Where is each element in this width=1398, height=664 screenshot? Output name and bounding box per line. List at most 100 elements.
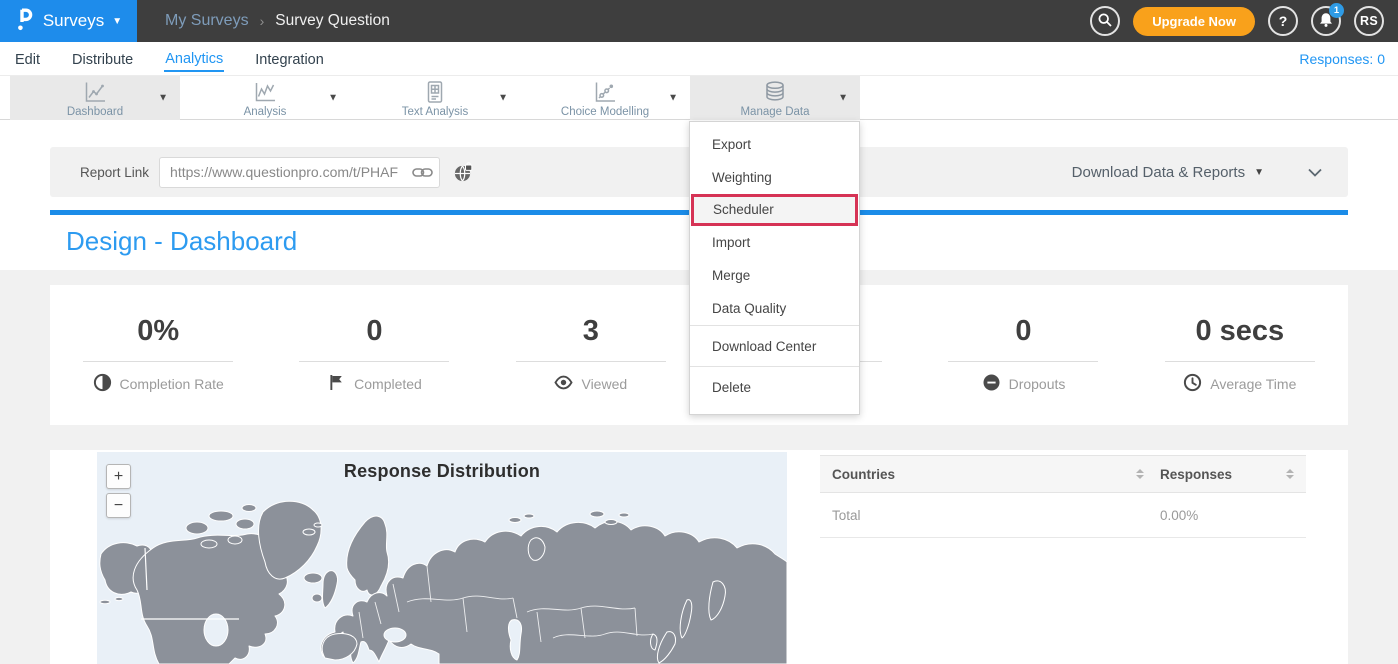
stat-label: Dropouts — [1009, 376, 1066, 392]
product-label: Surveys — [43, 11, 104, 31]
total-label: Total — [820, 508, 1160, 523]
chevron-down-icon: ▼ — [112, 16, 122, 27]
tab-label: Dashboard — [67, 106, 123, 118]
download-data-reports-dropdown[interactable]: Download Data & Reports ▼ — [1072, 164, 1264, 181]
menu-item-delete[interactable]: Delete — [690, 366, 859, 407]
avatar[interactable]: RS — [1354, 6, 1384, 36]
minus-circle-icon — [982, 373, 1001, 395]
stat-label: Viewed — [581, 376, 627, 392]
stat-label: Completed — [354, 376, 422, 392]
clock-icon — [1183, 373, 1202, 395]
nav-item-analytics[interactable]: Analytics — [164, 46, 224, 72]
section-nav: Edit Distribute Analytics Integration Re… — [0, 42, 1398, 76]
nav-item-edit[interactable]: Edit — [14, 47, 41, 71]
chevron-down-icon[interactable]: ▼ — [668, 93, 678, 104]
line-chart-icon — [82, 79, 108, 105]
stat-completion-rate: 0% Completion Rate — [50, 315, 266, 425]
tab-dashboard[interactable]: Dashboard ▼ — [10, 76, 180, 120]
sort-icon — [1286, 469, 1294, 479]
tab-analysis[interactable]: Analysis ▼ — [180, 76, 350, 120]
map-zoom-out-button[interactable]: − — [106, 493, 131, 518]
menu-item-download-center[interactable]: Download Center — [690, 325, 859, 366]
tab-label: Text Analysis — [402, 106, 468, 118]
completion-gauge-icon — [93, 373, 112, 395]
stat-value: 0 — [915, 315, 1131, 348]
eye-icon — [554, 373, 573, 395]
tab-label: Manage Data — [740, 106, 809, 118]
globe-privacy-button[interactable] — [453, 162, 474, 183]
chevron-down-icon: ▼ — [1254, 167, 1264, 178]
tab-choice-modelling[interactable]: Choice Modelling ▼ — [520, 76, 690, 120]
chevron-down-icon[interactable]: ▼ — [328, 93, 338, 104]
nav-item-integration[interactable]: Integration — [254, 47, 325, 71]
help-button[interactable]: ? — [1268, 6, 1298, 36]
scatter-chart-icon — [592, 79, 618, 105]
sort-icon — [1136, 469, 1144, 479]
report-link-label: Report Link — [80, 165, 149, 180]
table-header: Countries Responses — [820, 455, 1306, 493]
avatar-initials: RS — [1360, 14, 1378, 28]
menu-item-merge[interactable]: Merge — [690, 259, 859, 292]
menu-item-scheduler[interactable]: Scheduler — [691, 194, 858, 226]
nav-item-distribute[interactable]: Distribute — [71, 47, 134, 71]
flag-icon — [327, 373, 346, 395]
upgrade-now-button[interactable]: Upgrade Now — [1133, 7, 1255, 36]
page-title: Design - Dashboard — [66, 226, 297, 257]
column-header-responses[interactable]: Responses — [1160, 467, 1306, 482]
stat-value: 0 — [266, 315, 482, 348]
analytics-toolbar: Dashboard ▼ Analysis ▼ Text Analysis ▼ — [0, 76, 1398, 120]
stat-label: Completion Rate — [120, 376, 224, 392]
breadcrumb-separator: › — [260, 13, 265, 29]
questionpro-logo-icon — [15, 6, 35, 37]
stat-viewed: 3 Viewed — [483, 315, 699, 425]
manage-data-menu: Export Weighting Scheduler Import Merge … — [689, 121, 860, 415]
top-bar: Surveys ▼ My Surveys › Survey Question U… — [0, 0, 1398, 42]
surveys-menu-button[interactable]: Surveys ▼ — [0, 0, 137, 42]
tab-text-analysis[interactable]: Text Analysis ▼ — [350, 76, 520, 120]
trend-chart-icon — [252, 79, 278, 105]
stat-label: Average Time — [1210, 376, 1296, 392]
collapse-bar-button[interactable] — [1306, 166, 1324, 179]
column-label: Responses — [1160, 467, 1232, 482]
notifications-button[interactable]: 1 — [1311, 6, 1341, 36]
chevron-down-icon[interactable]: ▼ — [498, 93, 508, 104]
download-data-reports-label: Download Data & Reports — [1072, 164, 1245, 181]
responses-count: Responses: 0 — [1299, 51, 1385, 67]
notification-badge: 1 — [1329, 3, 1344, 18]
menu-item-export[interactable]: Export — [690, 128, 859, 161]
chevron-down-icon[interactable]: ▼ — [838, 93, 848, 104]
chevron-down-icon[interactable]: ▼ — [158, 93, 168, 104]
stat-value: 0 secs — [1132, 315, 1348, 348]
stat-dropouts: 0 Dropouts — [915, 315, 1131, 425]
map-zoom-in-button[interactable]: + — [106, 464, 131, 489]
search-icon — [1097, 12, 1113, 31]
chevron-down-icon — [1306, 167, 1324, 182]
link-icon[interactable] — [412, 166, 433, 184]
breadcrumb: My Surveys › Survey Question — [165, 12, 390, 30]
world-map — [97, 452, 787, 664]
menu-item-weighting[interactable]: Weighting — [690, 161, 859, 194]
breadcrumb-current: Survey Question — [275, 12, 390, 30]
menu-item-data-quality[interactable]: Data Quality — [690, 292, 859, 325]
breadcrumb-my-surveys[interactable]: My Surveys — [165, 12, 249, 30]
stat-value: 0% — [50, 315, 266, 348]
stat-average-time: 0 secs Average Time — [1132, 315, 1348, 425]
tab-manage-data[interactable]: Manage Data ▼ — [690, 76, 860, 120]
response-distribution-map: Response Distribution + − — [97, 452, 787, 664]
countries-table: Countries Responses Total 0.00% — [820, 455, 1306, 538]
menu-item-import[interactable]: Import — [690, 226, 859, 259]
table-row: Total 0.00% — [820, 493, 1306, 538]
total-responses-value: 0.00% — [1160, 508, 1306, 523]
search-button[interactable] — [1090, 6, 1120, 36]
globe-lock-icon — [453, 171, 474, 186]
stat-completed: 0 Completed — [266, 315, 482, 425]
tab-label: Analysis — [244, 106, 287, 118]
response-distribution-card: Response Distribution + − Countries Resp… — [50, 450, 1348, 664]
map-title: Response Distribution — [97, 461, 787, 482]
tab-label: Choice Modelling — [561, 106, 649, 118]
stat-value: 3 — [483, 315, 699, 348]
report-link-input[interactable] — [159, 157, 440, 188]
column-label: Countries — [832, 467, 895, 482]
database-icon — [762, 79, 788, 105]
column-header-countries[interactable]: Countries — [820, 467, 1160, 482]
